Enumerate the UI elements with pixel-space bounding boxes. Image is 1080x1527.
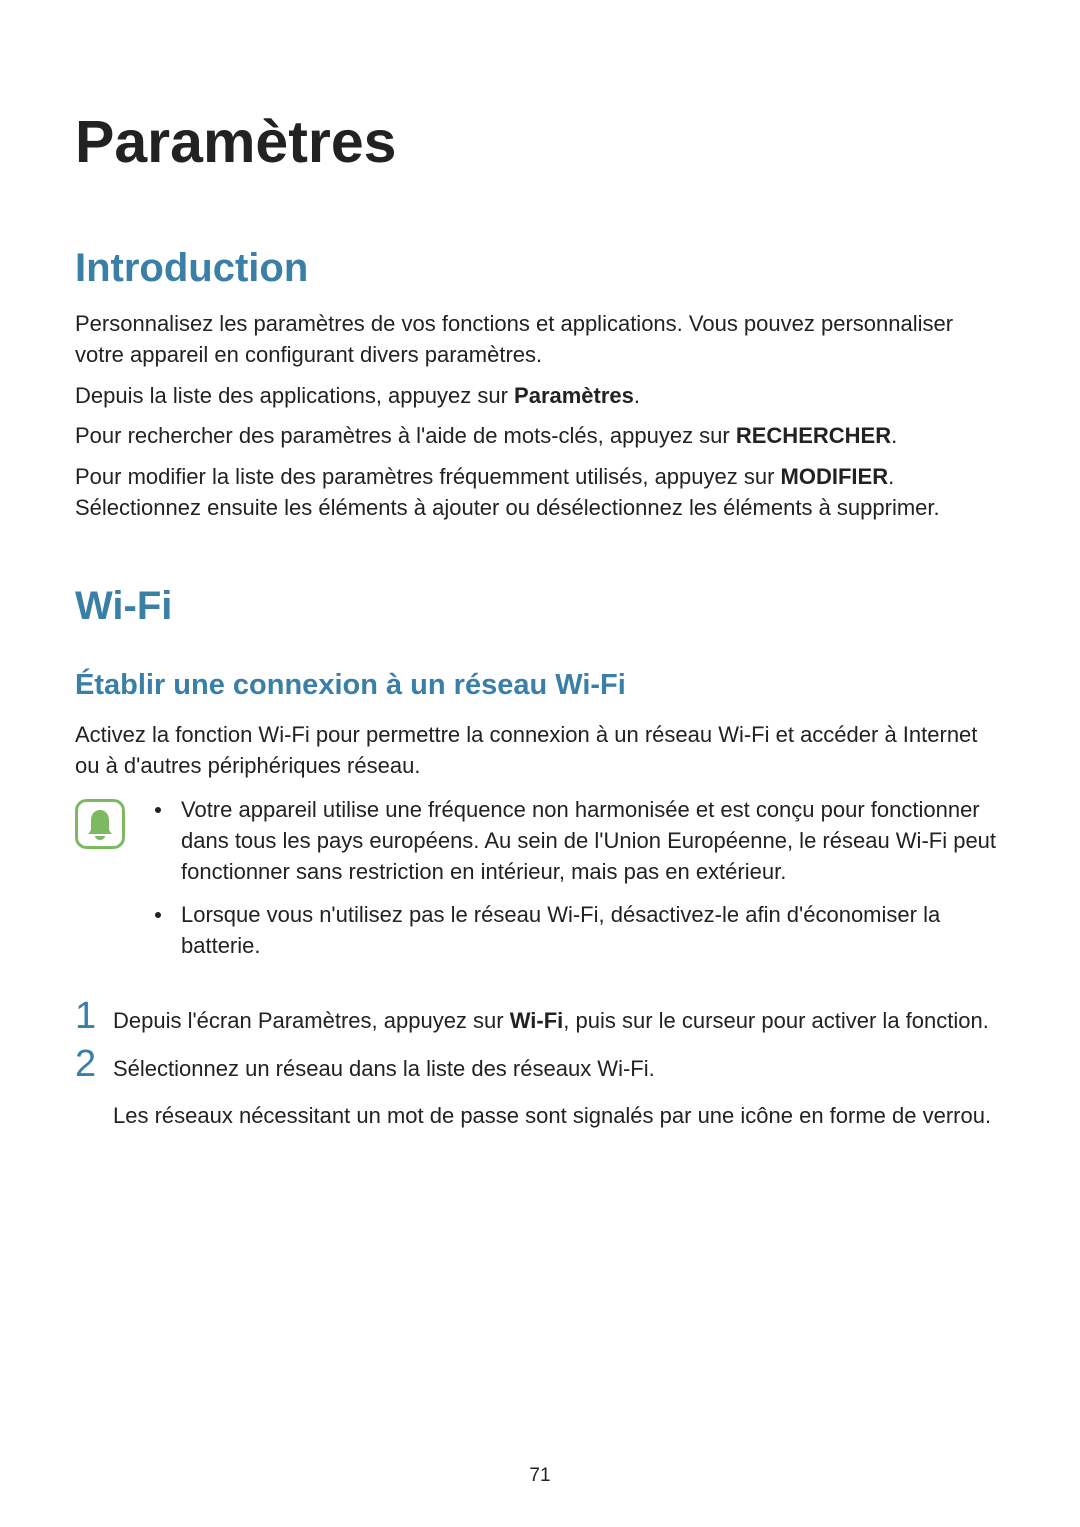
page-title: Paramètres: [75, 108, 1005, 176]
page-number: 71: [0, 1465, 1080, 1487]
bullet-text: Lorsque vous n'utilisez pas le réseau Wi…: [181, 900, 1005, 962]
introduction-heading: Introduction: [75, 246, 1005, 291]
bullet-dot-icon: [155, 807, 161, 813]
bullet-dot-icon: [155, 912, 161, 918]
step-2: 2 Sélectionnez un réseau dans la liste d…: [75, 1045, 1005, 1132]
text-segment: .: [634, 383, 640, 408]
bold-parametres: Paramètres: [514, 383, 634, 408]
note-box: Votre appareil utilise une fréquence non…: [75, 795, 1005, 973]
bold-wifi: Wi-Fi: [510, 1008, 564, 1033]
bell-note-icon: [75, 799, 125, 849]
note-bullet-1: Votre appareil utilise une fréquence non…: [145, 795, 1005, 887]
wifi-subheading: Établir une connexion à un réseau Wi-Fi: [75, 669, 1005, 702]
intro-paragraph-1: Personnalisez les paramètres de vos fonc…: [75, 309, 1005, 371]
text-segment: , puis sur le curseur pour activer la fo…: [563, 1008, 989, 1033]
step-body: Sélectionnez un réseau dans la liste des…: [113, 1054, 1005, 1132]
step-number: 1: [75, 997, 113, 1035]
wifi-paragraph-1: Activez la fonction Wi-Fi pour permettre…: [75, 720, 1005, 782]
intro-paragraph-2: Depuis la liste des applications, appuye…: [75, 381, 1005, 412]
text-segment: Pour modifier la liste des paramètres fr…: [75, 464, 781, 489]
text-segment: .: [891, 423, 897, 448]
step-subtext: Les réseaux nécessitant un mot de passe …: [113, 1101, 1005, 1132]
intro-paragraph-4: Pour modifier la liste des paramètres fr…: [75, 462, 1005, 524]
bold-modifier: MODIFIER: [781, 464, 889, 489]
step-text: Sélectionnez un réseau dans la liste des…: [113, 1054, 1005, 1085]
note-content: Votre appareil utilise une fréquence non…: [145, 795, 1005, 973]
step-1: 1 Depuis l'écran Paramètres, appuyez sur…: [75, 997, 1005, 1037]
bold-rechercher: RECHERCHER: [736, 423, 891, 448]
step-number: 2: [75, 1045, 113, 1083]
intro-paragraph-3: Pour rechercher des paramètres à l'aide …: [75, 421, 1005, 452]
wifi-heading: Wi-Fi: [75, 584, 1005, 629]
text-segment: Pour rechercher des paramètres à l'aide …: [75, 423, 736, 448]
text-segment: Depuis la liste des applications, appuye…: [75, 383, 514, 408]
bullet-text: Votre appareil utilise une fréquence non…: [181, 795, 1005, 887]
note-bullet-2: Lorsque vous n'utilisez pas le réseau Wi…: [145, 900, 1005, 962]
text-segment: Depuis l'écran Paramètres, appuyez sur: [113, 1008, 510, 1033]
step-body: Depuis l'écran Paramètres, appuyez sur W…: [113, 1006, 1005, 1037]
step-text: Depuis l'écran Paramètres, appuyez sur W…: [113, 1006, 1005, 1037]
